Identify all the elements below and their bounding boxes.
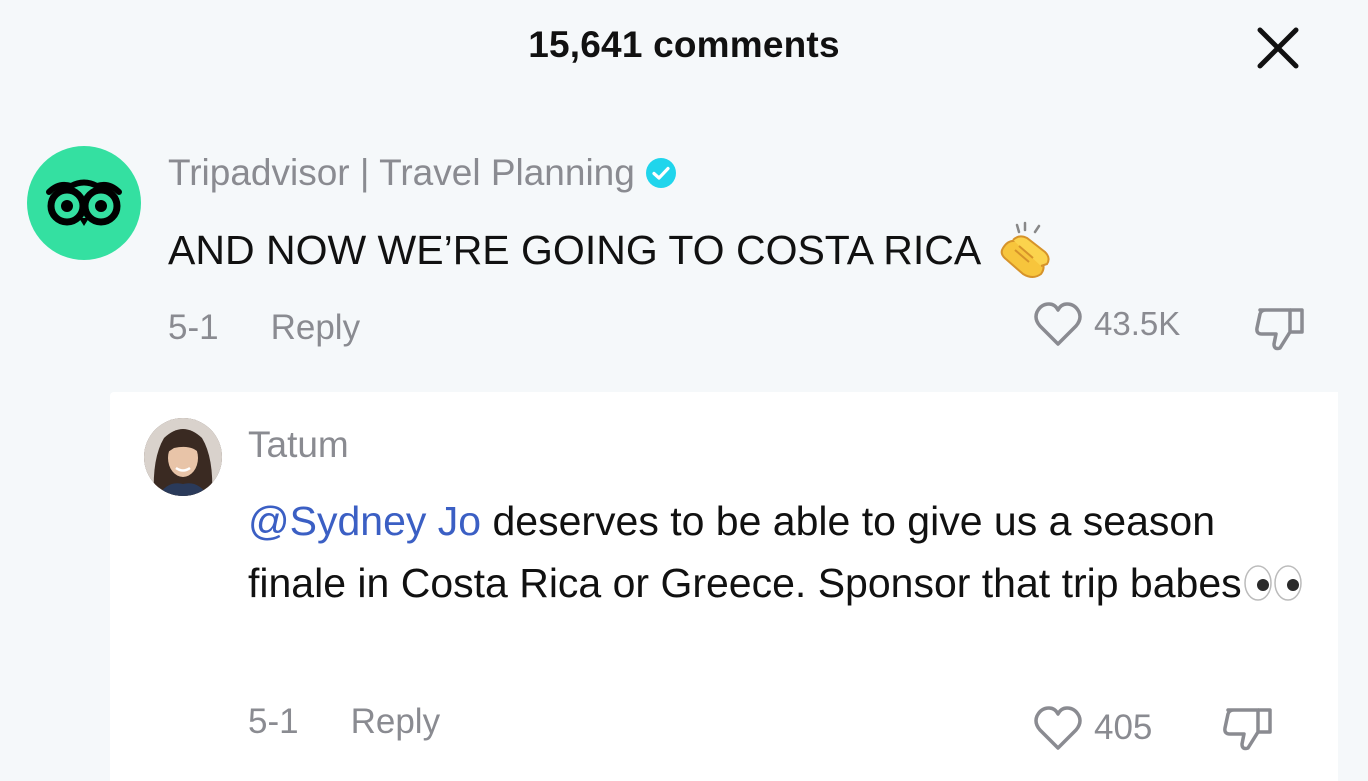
comment-meta: 5-1 Reply [168, 308, 360, 348]
like-count: 43.5K [1094, 305, 1181, 342]
like-button[interactable]: 405 [1032, 704, 1152, 752]
user-photo-icon [144, 418, 222, 496]
dislike-button[interactable] [1220, 704, 1278, 754]
comments-header: 15,641 comments [0, 0, 1368, 92]
clapping-hands-icon [995, 220, 1055, 280]
tripadvisor-avatar[interactable] [27, 146, 141, 260]
like-button[interactable]: 43.5K [1032, 300, 1180, 348]
reply-meta: 5-1 Reply [248, 702, 440, 742]
heart-icon [1034, 302, 1082, 346]
close-icon[interactable] [1252, 22, 1304, 74]
comment-date: 5-1 [168, 308, 219, 347]
thumbs-down-icon [1255, 308, 1304, 351]
eyes-icon [1242, 558, 1304, 601]
reply-item: Tatum @Sydney Jo deserves to be able to … [110, 392, 1338, 781]
dislike-button[interactable] [1252, 304, 1310, 354]
verified-badge-icon [645, 157, 677, 189]
comment-item: Tripadvisor | Travel Planning AND NOW WE… [0, 132, 1368, 382]
comment-author-row: Tripadvisor | Travel Planning [168, 152, 677, 194]
reply-button[interactable]: Reply [271, 308, 360, 348]
comment-username[interactable]: Tripadvisor | Travel Planning [168, 152, 635, 194]
tatum-avatar[interactable] [144, 418, 222, 496]
reply-username[interactable]: Tatum [248, 424, 349, 466]
like-count: 405 [1094, 708, 1153, 747]
reply-text: @Sydney Jo deserves to be able to give u… [248, 490, 1318, 614]
tripadvisor-owl-icon [46, 179, 122, 226]
comment-text: AND NOW WE’RE GOING TO COSTA RICA [168, 220, 1055, 280]
mention-link[interactable]: @Sydney Jo [248, 498, 481, 544]
heart-icon [1034, 706, 1082, 750]
reply-button[interactable]: Reply [351, 702, 440, 742]
reply-date: 5-1 [248, 702, 299, 741]
comments-count-title: 15,641 comments [528, 24, 840, 65]
comment-body: AND NOW WE’RE GOING TO COSTA RICA [168, 226, 982, 273]
thumbs-down-icon [1223, 708, 1272, 751]
